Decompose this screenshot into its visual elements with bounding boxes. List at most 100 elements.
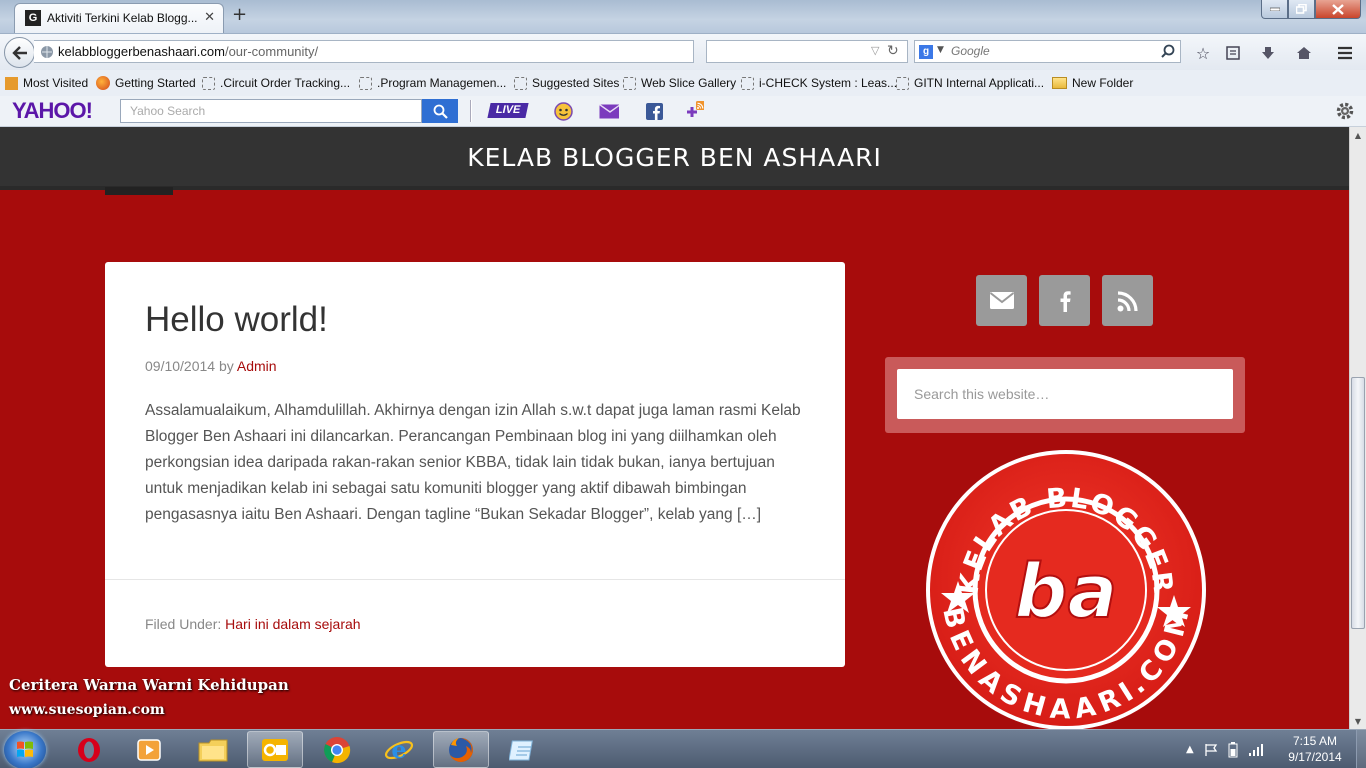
social-facebook-button[interactable] (1039, 275, 1090, 326)
notepad-icon[interactable] (495, 731, 551, 768)
post-title[interactable]: Hello world! (145, 300, 328, 340)
window-close-button[interactable] (1315, 0, 1361, 19)
url-bar-extension[interactable]: ▽ ↻ (706, 40, 908, 63)
browser-tab[interactable]: G Aktiviti Terkini Kelab Blogg... ✕ (14, 3, 224, 33)
toolbar-separator (470, 100, 472, 122)
internet-explorer-icon[interactable]: e (371, 731, 427, 768)
url-history-dropdown-icon[interactable]: ▽ (871, 44, 879, 57)
back-arrow-icon (11, 45, 27, 60)
start-button[interactable] (4, 731, 46, 768)
window-minimize-button[interactable] (1261, 0, 1288, 19)
page-icon (741, 76, 754, 90)
battery-icon[interactable] (1228, 741, 1238, 758)
nav-menu-indicator[interactable] (105, 187, 173, 195)
yahoo-search-placeholder: Yahoo Search (130, 104, 206, 118)
url-bar[interactable]: kelabbloggerbenashaari.com/our-community… (34, 40, 694, 63)
browser-search-bar[interactable]: g ▼ Google (914, 40, 1181, 63)
yahoo-search-button[interactable] (422, 99, 458, 123)
clock-date: 9/17/2014 (1288, 750, 1342, 764)
scroll-up-arrow-icon[interactable]: ▲ (1350, 127, 1366, 143)
add-feed-icon[interactable] (684, 101, 704, 121)
search-placeholder: Google (951, 44, 990, 58)
bookmark-circuit-order[interactable]: .Circuit Order Tracking... (202, 76, 350, 90)
yahoo-live-button[interactable]: LIVE (487, 103, 529, 118)
downloads-icon[interactable] (1258, 43, 1278, 63)
new-tab-button[interactable]: + (232, 6, 247, 24)
opera-icon[interactable] (61, 731, 117, 768)
url-text: kelabbloggerbenashaari.com/our-community… (58, 41, 318, 62)
kelab-blogger-badge-logo[interactable]: KELAB BLOGGER BENASHAARI.COM ba (920, 445, 1212, 729)
bookmark-getting-started[interactable]: Getting Started (96, 76, 196, 90)
yahoo-mail-icon[interactable] (599, 101, 619, 121)
post-author-link[interactable]: Admin (237, 358, 277, 374)
yahoo-search-input[interactable]: Yahoo Search (120, 99, 422, 123)
social-email-button[interactable] (976, 275, 1027, 326)
settings-gear-icon[interactable] (1334, 100, 1356, 122)
bookmark-program-management[interactable]: .Program Managemen... (359, 76, 506, 90)
svg-text:e: e (391, 736, 406, 764)
yahoo-messenger-icon[interactable] (553, 101, 573, 121)
restore-icon (1296, 4, 1307, 14)
folder-icon (1052, 77, 1067, 89)
taskbar-clock[interactable]: 7:15 AM 9/17/2014 (1284, 733, 1346, 765)
home-icon[interactable] (1294, 43, 1314, 63)
action-center-flag-icon[interactable] (1204, 743, 1218, 757)
page-icon (359, 76, 372, 90)
tab-title: Aktiviti Terkini Kelab Blogg... (47, 11, 198, 25)
vertical-scrollbar[interactable]: ▲ ▼ (1349, 127, 1366, 729)
bookmarks-menu-icon[interactable] (1223, 43, 1243, 63)
site-title[interactable]: KELAB BLOGGER BEN ASHAARI (0, 143, 1349, 172)
reload-icon[interactable]: ↻ (887, 43, 899, 59)
filed-under-label: Filed Under: (145, 616, 222, 632)
page-icon (896, 76, 909, 90)
google-icon[interactable]: g (919, 45, 933, 59)
yahoo-logo[interactable]: YAHOO! (12, 98, 93, 124)
email-icon (989, 292, 1014, 309)
bookmark-new-folder[interactable]: New Folder (1052, 76, 1133, 90)
bookmark-web-slice-gallery[interactable]: Web Slice Gallery (623, 76, 736, 90)
scroll-thumb[interactable] (1351, 377, 1365, 629)
tray-expand-icon[interactable]: ▲ (1186, 744, 1194, 755)
web-page: KELAB BLOGGER BEN ASHAARI Hello world! 0… (0, 127, 1349, 729)
bookmark-most-visited[interactable]: Most Visited (5, 76, 88, 90)
post-card: Hello world! 09/10/2014 by Admin Assalam… (105, 262, 845, 667)
site-header: KELAB BLOGGER BEN ASHAARI (0, 127, 1349, 190)
bookmark-label: GITN Internal Applicati... (914, 76, 1045, 90)
browser-title-bar: G Aktiviti Terkini Kelab Blogg... ✕ + (0, 0, 1366, 33)
outlook-icon[interactable] (247, 731, 303, 768)
search-engine-dropdown-icon[interactable]: ▼ (937, 45, 944, 55)
media-player-icon[interactable] (121, 731, 177, 768)
category-link[interactable]: Hari ini dalam sejarah (225, 616, 360, 632)
windows-logo-icon (17, 741, 33, 757)
close-icon (1332, 3, 1344, 15)
tab-close-icon[interactable]: ✕ (204, 10, 215, 26)
bookmark-label: .Program Managemen... (377, 76, 507, 90)
bookmark-label: .Circuit Order Tracking... (220, 76, 351, 90)
show-desktop-button[interactable] (1356, 730, 1366, 768)
bookmark-star-icon[interactable]: ☆ (1193, 43, 1213, 63)
chrome-icon[interactable] (309, 731, 365, 768)
scroll-down-arrow-icon[interactable]: ▼ (1350, 713, 1366, 729)
network-signal-icon[interactable] (1248, 743, 1264, 757)
rss-icon (1117, 290, 1138, 311)
bookmark-suggested-sites[interactable]: Suggested Sites (514, 76, 619, 90)
page-icon (623, 76, 636, 90)
post-footer: Filed Under: Hari ini dalam sejarah (145, 616, 361, 632)
bookmark-icheck-system[interactable]: i-CHECK System : Leas... (741, 76, 897, 90)
most-visited-icon (5, 76, 18, 90)
globe-icon (41, 46, 53, 58)
bookmark-label: Most Visited (23, 76, 89, 90)
page-icon (514, 76, 527, 90)
social-rss-button[interactable] (1102, 275, 1153, 326)
bookmark-label: Web Slice Gallery (641, 76, 737, 90)
window-restore-button[interactable] (1288, 0, 1315, 19)
firefox-taskbar-icon[interactable] (433, 731, 489, 768)
facebook-icon[interactable] (644, 101, 664, 121)
yahoo-toolbar: YAHOO! Yahoo Search LIVE (0, 96, 1366, 127)
bookmark-gitn-internal[interactable]: GITN Internal Applicati... (896, 76, 1044, 90)
menu-hamburger-icon[interactable] (1335, 43, 1355, 63)
badge-monogram: ba (1015, 549, 1118, 635)
file-explorer-icon[interactable] (185, 731, 241, 768)
site-search-input[interactable]: Search this website… (897, 369, 1233, 419)
back-button[interactable] (4, 37, 35, 68)
